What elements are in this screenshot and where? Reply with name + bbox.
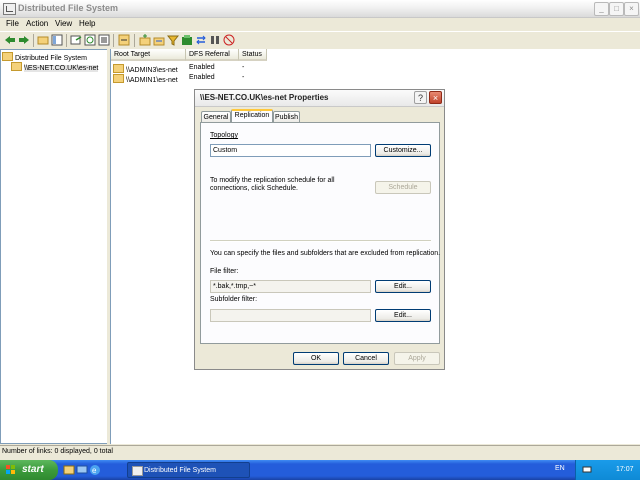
toolbar bbox=[0, 31, 640, 50]
menu-action[interactable]: Action bbox=[26, 19, 48, 28]
exclusion-description: You can specify the files and subfolders… bbox=[210, 250, 441, 257]
ok-button[interactable]: OK bbox=[293, 352, 339, 365]
close-button[interactable]: × bbox=[624, 2, 639, 16]
table-row[interactable]: \\ADMIN1\es-net bbox=[113, 74, 178, 84]
row-status: - bbox=[242, 64, 245, 71]
quick-launch-desktop-icon[interactable] bbox=[76, 464, 88, 476]
status-bar: Number of links: 0 displayed, 0 total bbox=[0, 445, 640, 460]
status-text: Number of links: 0 displayed, 0 total bbox=[2, 448, 113, 455]
apply-button[interactable]: Apply bbox=[394, 352, 440, 365]
table-row[interactable]: \\ADMIN3\es-net bbox=[113, 64, 178, 74]
dialog-help-button[interactable]: ? bbox=[414, 91, 427, 104]
start-label: start bbox=[22, 464, 44, 475]
tree-pane[interactable]: Distributed File System \\ES-NET.CO.UK\e… bbox=[0, 49, 108, 444]
tab-replication[interactable]: Replication bbox=[231, 109, 273, 122]
main-title-bar[interactable]: Distributed File System _ □ × bbox=[0, 0, 640, 18]
dialog-close-button[interactable]: × bbox=[429, 91, 442, 104]
windows-flag-icon bbox=[6, 465, 16, 475]
replication-icon[interactable] bbox=[195, 34, 207, 46]
row-target: \\ADMIN3\es-net bbox=[126, 67, 178, 74]
show-tree-icon[interactable] bbox=[51, 34, 63, 46]
back-icon[interactable] bbox=[4, 34, 16, 46]
clock[interactable]: 17:07 bbox=[616, 466, 634, 473]
properties-dialog: \\ES-NET.CO.UK\es-net Properties ? × Gen… bbox=[194, 89, 445, 370]
network-icon[interactable] bbox=[582, 465, 592, 475]
file-filter-field[interactable]: *.bak,*.tmp,~* bbox=[210, 280, 371, 293]
file-filter-label: File filter: bbox=[210, 268, 239, 275]
svg-text:e: e bbox=[92, 466, 97, 475]
new-root-icon[interactable] bbox=[139, 34, 151, 46]
dfs-root-icon bbox=[2, 52, 13, 61]
menu-bar: File Action View Help bbox=[0, 18, 640, 31]
dfs-app-icon bbox=[3, 3, 16, 15]
task-label: Distributed File System bbox=[144, 467, 216, 474]
subfolder-filter-field[interactable] bbox=[210, 309, 371, 322]
subfolder-filter-label: Subfolder filter: bbox=[210, 296, 258, 303]
shared-folder-icon bbox=[113, 64, 124, 73]
maximize-button[interactable]: □ bbox=[609, 2, 624, 16]
properties-icon[interactable] bbox=[98, 34, 110, 46]
cancel-button[interactable]: Cancel bbox=[343, 352, 389, 365]
up-folder-icon[interactable] bbox=[37, 34, 49, 46]
section-divider bbox=[210, 240, 431, 242]
quick-launch-ie-icon[interactable]: e bbox=[89, 464, 101, 476]
check-status-icon[interactable] bbox=[209, 34, 221, 46]
replication-tab-panel: Topology Custom Customize... To modify t… bbox=[200, 122, 440, 344]
forward-icon[interactable] bbox=[18, 34, 30, 46]
row-referral: Enabled bbox=[189, 74, 215, 81]
system-tray: 17:07 bbox=[575, 460, 640, 480]
window-title: Distributed File System bbox=[18, 3, 119, 13]
taskbar-item-dfs[interactable]: Distributed File System bbox=[127, 462, 250, 478]
remove-icon[interactable] bbox=[223, 34, 235, 46]
row-referral: Enabled bbox=[189, 64, 215, 71]
toolbar-separator bbox=[33, 34, 34, 47]
dfs-namespace-icon bbox=[11, 62, 22, 71]
schedule-button[interactable]: Schedule bbox=[375, 181, 431, 194]
toolbar-separator bbox=[134, 34, 135, 47]
tree-root-label: Distributed File System bbox=[15, 55, 87, 62]
topology-label: Topology bbox=[210, 132, 239, 139]
file-filter-edit-button[interactable]: Edit... bbox=[375, 280, 431, 293]
tab-publish[interactable]: Publish bbox=[273, 111, 300, 122]
row-target: \\ADMIN1\es-net bbox=[126, 77, 178, 84]
quick-launch-explorer-icon[interactable] bbox=[63, 464, 75, 476]
menu-help[interactable]: Help bbox=[79, 19, 95, 28]
tree-item-es-net[interactable]: \\ES-NET.CO.UK\es-net bbox=[11, 62, 99, 72]
new-link-icon[interactable] bbox=[153, 34, 165, 46]
start-button[interactable]: start bbox=[0, 460, 58, 480]
dialog-title-bar[interactable]: \\ES-NET.CO.UK\es-net Properties ? × bbox=[195, 90, 444, 107]
dialog-title: \\ES-NET.CO.UK\es-net Properties bbox=[200, 93, 329, 102]
customize-button[interactable]: Customize... bbox=[375, 144, 431, 157]
language-indicator[interactable]: EN bbox=[555, 465, 565, 472]
column-header-dfs-referral[interactable]: DFS Referral bbox=[186, 49, 239, 61]
tree-item-label: \\ES-NET.CO.UK\es-net bbox=[24, 65, 99, 72]
tab-general[interactable]: General bbox=[201, 111, 231, 122]
topology-field[interactable]: Custom bbox=[210, 144, 371, 157]
column-header-root-target[interactable]: Root Target bbox=[111, 49, 186, 61]
dfs-task-icon bbox=[132, 466, 143, 476]
tree-root-dfs[interactable]: Distributed File System bbox=[2, 52, 87, 62]
taskbar: start e Distributed File System EN 17:07 bbox=[0, 460, 640, 480]
subfolder-filter-edit-button[interactable]: Edit... bbox=[375, 309, 431, 322]
add-target-icon[interactable] bbox=[181, 34, 193, 46]
minimize-button[interactable]: _ bbox=[594, 2, 609, 16]
shared-folder-icon bbox=[113, 74, 124, 83]
refresh-icon[interactable] bbox=[84, 34, 96, 46]
row-status: - bbox=[242, 74, 245, 81]
export-icon[interactable] bbox=[70, 34, 82, 46]
toolbar-separator bbox=[66, 34, 67, 47]
toolbar-separator bbox=[113, 34, 114, 47]
filter-icon[interactable] bbox=[167, 34, 179, 46]
menu-view[interactable]: View bbox=[55, 19, 72, 28]
column-header-status[interactable]: Status bbox=[239, 49, 267, 61]
schedule-description: To modify the replication schedule for a… bbox=[210, 177, 335, 192]
help-icon[interactable] bbox=[118, 34, 130, 46]
menu-file[interactable]: File bbox=[6, 19, 19, 28]
